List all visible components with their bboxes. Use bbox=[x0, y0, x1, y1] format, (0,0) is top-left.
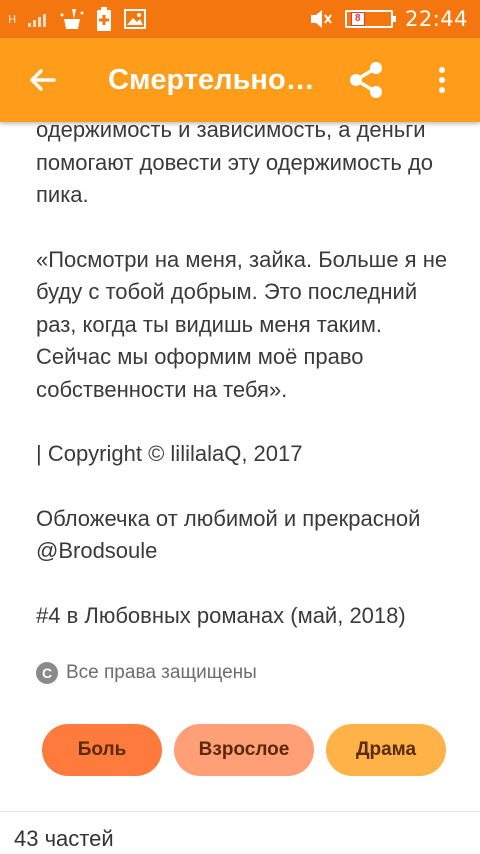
ranking-line: #4 в Любовных романах (май, 2018) bbox=[36, 602, 406, 628]
more-vert-icon bbox=[439, 67, 445, 93]
cleaner-icon bbox=[60, 9, 84, 29]
signal-icon bbox=[28, 11, 47, 27]
copyright-icon: C bbox=[36, 662, 58, 684]
battery-level: 8 bbox=[350, 12, 365, 26]
app-toolbar: Смертельно… bbox=[0, 38, 480, 122]
more-options-button[interactable] bbox=[424, 58, 460, 102]
battery-saver-icon bbox=[97, 7, 112, 31]
description-paragraph: «Посмотри на меня, зайка. Больше я не бу… bbox=[36, 246, 448, 402]
gallery-icon bbox=[124, 9, 147, 29]
share-icon bbox=[350, 62, 382, 98]
battery-icon: 8 bbox=[344, 10, 396, 28]
tag-chip-bol[interactable]: Боль bbox=[42, 724, 162, 776]
back-button[interactable] bbox=[22, 60, 62, 100]
clock: 22:44 bbox=[404, 7, 468, 31]
arrow-back-icon bbox=[30, 69, 56, 91]
description-paragraph: одержимость и зависимость, а деньги помо… bbox=[36, 117, 434, 207]
status-right-icons: 8 22:44 bbox=[309, 6, 468, 32]
copyright-line: | Copyright © lililalaQ, 2017 bbox=[36, 441, 303, 466]
rights-notice: C Все права защищены bbox=[36, 662, 257, 684]
status-bar: H 8 22:44 bbox=[0, 0, 480, 38]
story-title: Смертельно… bbox=[108, 64, 315, 96]
network-type: H bbox=[8, 12, 17, 26]
mute-icon bbox=[310, 10, 332, 28]
divider bbox=[0, 811, 480, 812]
parts-count[interactable]: 43 частей bbox=[14, 826, 114, 852]
cover-credit: Обложечка от любимой и прекрасной @Brods… bbox=[36, 505, 421, 564]
story-description: одержимость и зависимость, а деньги помо… bbox=[36, 114, 456, 664]
tag-chip-drama[interactable]: Драма bbox=[326, 724, 446, 776]
rights-text: Все права защищены bbox=[66, 662, 257, 683]
status-left-icons: H bbox=[8, 6, 147, 32]
tag-chip-vzrosloe[interactable]: Взрослое bbox=[174, 724, 314, 776]
share-button[interactable] bbox=[344, 58, 388, 102]
